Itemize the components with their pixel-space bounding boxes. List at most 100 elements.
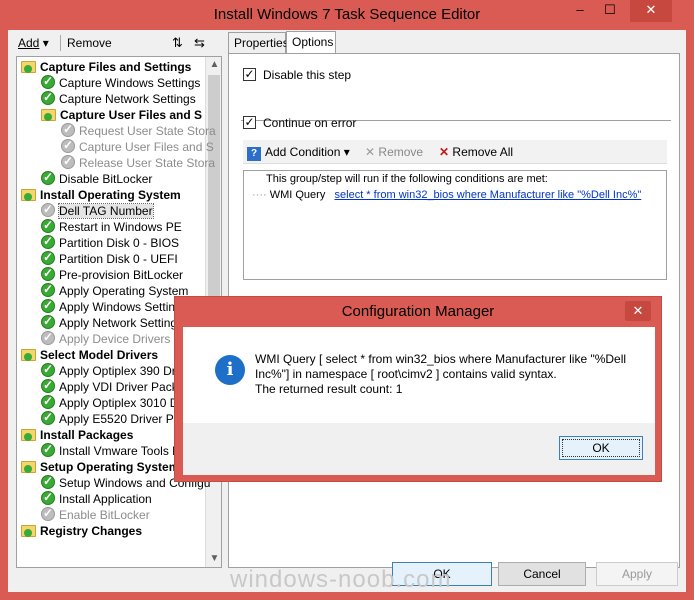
add-label: Add bbox=[18, 36, 40, 50]
folder-icon bbox=[21, 349, 36, 361]
tree-group[interactable]: Select Model Drivers bbox=[21, 347, 158, 363]
remove-condition-label: Remove bbox=[378, 145, 424, 159]
info-icon: i bbox=[215, 355, 245, 385]
tree-item-label: Capture Windows Settings bbox=[59, 76, 201, 90]
tree-step[interactable]: Restart in Windows PE bbox=[41, 217, 182, 235]
check-icon bbox=[41, 297, 55, 313]
add-condition-button[interactable]: ? Add Condition ▾ bbox=[247, 144, 350, 161]
remove-icon: ✕ bbox=[365, 145, 376, 159]
config-manager-dialog: Configuration Manager ✕ i WMI Query [ se… bbox=[174, 296, 662, 482]
remove-condition-button[interactable]: ✕ Remove bbox=[365, 144, 423, 160]
dialog-ok-button[interactable]: OK bbox=[559, 436, 643, 460]
check-icon bbox=[41, 73, 55, 89]
check-icon bbox=[41, 233, 55, 249]
check-icon bbox=[41, 409, 55, 425]
tree-item-label: Capture Files and Settings bbox=[40, 60, 192, 74]
cancel-button[interactable]: Cancel bbox=[498, 562, 586, 586]
folder-icon bbox=[21, 525, 36, 537]
remove-all-button[interactable]: ✕ Remove All bbox=[439, 144, 513, 160]
tree-item-label: Apply Optiplex 3010 Driv bbox=[59, 396, 192, 410]
tab-properties[interactable]: Properties bbox=[228, 32, 289, 54]
maximize-button[interactable]: ☐ bbox=[596, 0, 624, 22]
tree-item-label: Capture User Files and S bbox=[60, 108, 203, 122]
tree-item-label: Setup Operating System bbox=[40, 460, 180, 474]
move-up-icon[interactable]: ⇅ bbox=[172, 35, 183, 51]
move-down-icon[interactable]: ⇆ bbox=[194, 35, 205, 51]
dropdown-arrow-icon: ▾ bbox=[42, 36, 49, 50]
tree-group[interactable]: Registry Changes bbox=[21, 523, 142, 539]
tree-item-label: Registry Changes bbox=[40, 524, 143, 538]
tree-item-label: Install Packages bbox=[40, 428, 134, 442]
tree-item-label: Enable BitLocker bbox=[59, 508, 150, 522]
check-icon bbox=[41, 217, 55, 233]
remove-all-label: Remove All bbox=[452, 145, 514, 159]
scroll-down-icon[interactable]: ▼ bbox=[206, 551, 221, 567]
folder-icon bbox=[21, 189, 36, 201]
tree-step[interactable]: Apply E5520 Driver Pack bbox=[41, 409, 193, 427]
tree-step[interactable]: Capture Network Settings bbox=[41, 89, 196, 107]
disabled-check-icon bbox=[61, 137, 75, 153]
tree-step[interactable]: Enable BitLocker bbox=[41, 505, 150, 523]
disabled-check-icon bbox=[41, 201, 55, 217]
tree-step[interactable]: Partition Disk 0 - UEFI bbox=[41, 249, 178, 267]
add-condition-label: Add Condition bbox=[265, 145, 341, 159]
tree-step[interactable]: Apply VDI Driver Packag bbox=[41, 377, 191, 395]
tree-step[interactable]: Request User State Stora bbox=[61, 121, 216, 139]
tree-step[interactable]: Apply Windows Settings bbox=[41, 297, 188, 315]
dialog-close-button[interactable]: ✕ bbox=[625, 301, 651, 321]
tree-step[interactable]: Apply Operating System bbox=[41, 281, 188, 299]
tree-step[interactable]: Dell TAG Number bbox=[41, 201, 154, 219]
folder-icon bbox=[21, 461, 36, 473]
tree-item-label: Dell TAG Number bbox=[58, 203, 154, 219]
condition-link[interactable]: select * from win32_bios where Manufactu… bbox=[335, 189, 642, 201]
tab-options[interactable]: Options bbox=[286, 31, 336, 54]
watermark: windows-noob.com bbox=[230, 566, 452, 593]
continue-on-error-label: Continue on error bbox=[263, 116, 357, 130]
add-menu-button[interactable]: Add ▾ bbox=[18, 35, 49, 51]
tree-item-label: Capture User Files and S bbox=[79, 140, 214, 154]
remove-button[interactable]: Remove bbox=[60, 35, 112, 51]
conditions-intro: This group/step will run if the followin… bbox=[266, 173, 548, 185]
tree-item-label: Install Operating System bbox=[40, 188, 181, 202]
folder-icon bbox=[21, 61, 36, 73]
scroll-up-icon[interactable]: ▲ bbox=[206, 57, 221, 73]
dialog-message: WMI Query [ select * from win32_bios whe… bbox=[255, 352, 635, 397]
condition-type: WMI Query bbox=[269, 189, 326, 201]
tree-step[interactable]: Disable BitLocker bbox=[41, 169, 153, 187]
check-icon bbox=[41, 169, 55, 185]
minimize-button[interactable]: – bbox=[566, 0, 594, 22]
tree-item-label: Request User State Stora bbox=[79, 124, 216, 138]
dialog-message-line2: Inc%"] in namespace [ root\cimv2 ] conta… bbox=[255, 367, 557, 381]
check-icon bbox=[41, 361, 55, 377]
apply-button[interactable]: Apply bbox=[596, 562, 678, 586]
tree-step[interactable]: Install Vmware Tools Pac bbox=[41, 441, 193, 459]
tree-step[interactable]: Apply Network Settings bbox=[41, 313, 184, 331]
disable-step-checkbox[interactable]: ✓ bbox=[243, 68, 256, 81]
close-button[interactable]: ✕ bbox=[630, 0, 672, 22]
tree-step[interactable]: Pre-provision BitLocker bbox=[41, 265, 183, 283]
tree-step[interactable]: Apply Optiplex 3010 Driv bbox=[41, 393, 192, 411]
tree-item-label: Apply Network Settings bbox=[59, 316, 184, 330]
check-icon bbox=[41, 265, 55, 281]
check-icon bbox=[41, 281, 55, 297]
condition-row[interactable]: ···· WMI Query select * from win32_bios … bbox=[252, 189, 641, 201]
tree-step[interactable]: Apply Optiplex 390 Driver bbox=[41, 361, 195, 379]
tree-step[interactable]: Install Application bbox=[41, 489, 152, 507]
tree-item-label: Release User State Stora bbox=[79, 156, 216, 170]
check-icon bbox=[41, 441, 55, 457]
tree-step[interactable]: Capture Windows Settings bbox=[41, 73, 201, 91]
tree-item-label: Partition Disk 0 - UEFI bbox=[59, 252, 178, 266]
check-icon bbox=[41, 313, 55, 329]
conditions-list[interactable]: This group/step will run if the followin… bbox=[243, 170, 667, 280]
tree-step[interactable]: Release User State Stora bbox=[61, 153, 216, 171]
tree-step[interactable]: Partition Disk 0 - BIOS bbox=[41, 233, 179, 251]
tree-step[interactable]: Apply Device Drivers bbox=[41, 329, 170, 347]
disabled-check-icon bbox=[61, 121, 75, 137]
tree-item-label: Disable BitLocker bbox=[59, 172, 153, 186]
tree-step[interactable]: Capture User Files and S bbox=[61, 137, 214, 155]
tree-item-label: Apply E5520 Driver Pack bbox=[59, 412, 193, 426]
folder-icon bbox=[21, 429, 36, 441]
tree-group[interactable]: Install Packages bbox=[21, 427, 133, 443]
continue-on-error-checkbox[interactable]: ✓ bbox=[243, 116, 256, 129]
check-icon bbox=[41, 377, 55, 393]
